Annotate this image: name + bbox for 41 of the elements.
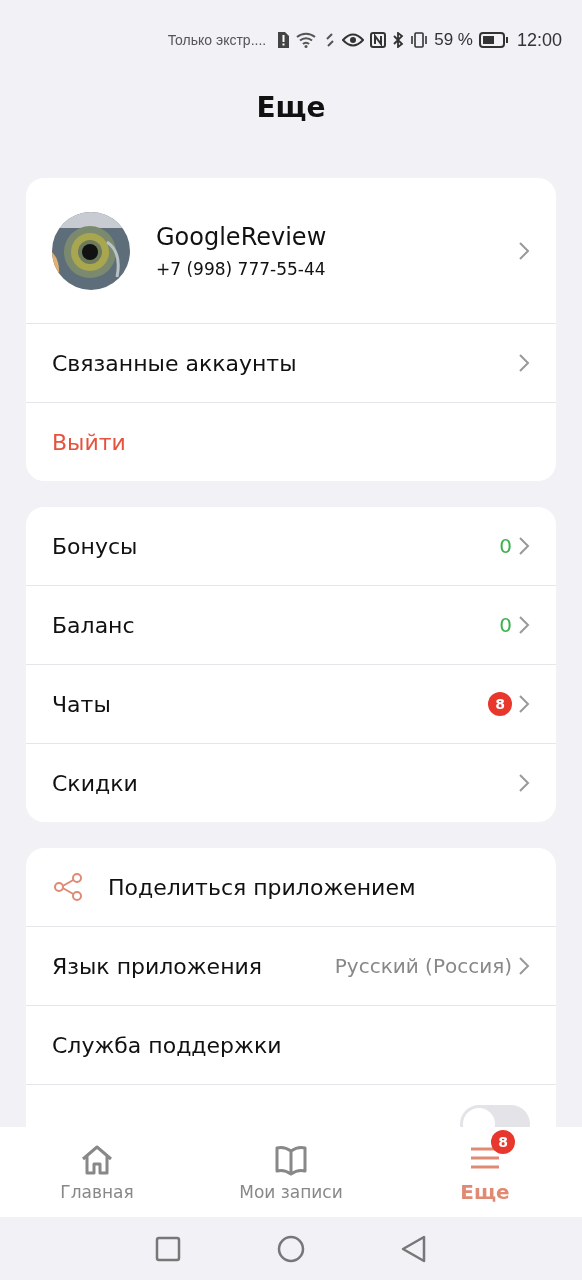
vibrate-icon bbox=[410, 32, 429, 48]
profile-name: GoogleReview bbox=[156, 222, 328, 251]
chevron-right-icon bbox=[518, 240, 530, 261]
recent-apps-icon[interactable] bbox=[155, 1235, 181, 1262]
menu-item[interactable]: Чаты 8 bbox=[26, 665, 556, 744]
tab[interactable]: 8 Еще bbox=[388, 1127, 582, 1217]
menu-item[interactable]: Бонусы 0 bbox=[26, 507, 556, 586]
share-icon bbox=[52, 871, 84, 903]
bluetooth-icon bbox=[392, 32, 405, 48]
tab[interactable]: Главная bbox=[0, 1127, 194, 1217]
clock: 12:00 bbox=[516, 29, 562, 51]
profile-row[interactable]: GoogleReview +7 (998) 777-55-44 bbox=[26, 178, 556, 324]
count-badge: 8 bbox=[491, 1130, 515, 1154]
battery-icon bbox=[478, 32, 509, 48]
chevron-right-icon bbox=[518, 353, 530, 373]
menu-item[interactable]: Поделиться приложением bbox=[26, 848, 556, 927]
count-badge: 8 bbox=[488, 692, 512, 716]
chevron-right-icon bbox=[518, 536, 530, 556]
phone-number: +7 (998) 777-55-44 bbox=[156, 258, 327, 279]
home-button-icon[interactable] bbox=[277, 1234, 305, 1263]
battery-percent: 59 % bbox=[434, 30, 473, 50]
menu-item[interactable]: Служба поддержки bbox=[26, 1006, 556, 1085]
chevron-right-icon bbox=[518, 773, 530, 793]
status-text: Только экстр.... bbox=[167, 32, 267, 48]
eye-icon bbox=[342, 32, 365, 48]
chevron-right-icon bbox=[518, 956, 530, 976]
menu-item[interactable]: Баланс 0 bbox=[26, 586, 556, 665]
page-title: Еще bbox=[255, 90, 327, 126]
nfc-icon bbox=[370, 32, 387, 48]
chevron-right-icon bbox=[518, 615, 530, 635]
value-text: Русский (Россия) bbox=[334, 954, 512, 978]
value-text: 0 bbox=[499, 534, 512, 558]
value-text: 0 bbox=[499, 613, 512, 637]
menu-item[interactable]: Связанные аккаунты bbox=[26, 324, 556, 403]
alert-icon bbox=[276, 32, 291, 48]
back-icon[interactable] bbox=[401, 1234, 427, 1263]
menu-item[interactable]: Выйти bbox=[26, 403, 556, 481]
tab[interactable]: Мои записи bbox=[194, 1127, 388, 1217]
chevron-right-icon bbox=[518, 694, 530, 714]
menu-item[interactable]: Скидки bbox=[26, 744, 556, 822]
menu-item[interactable]: Язык приложения Русский (Россия) bbox=[26, 927, 556, 1006]
